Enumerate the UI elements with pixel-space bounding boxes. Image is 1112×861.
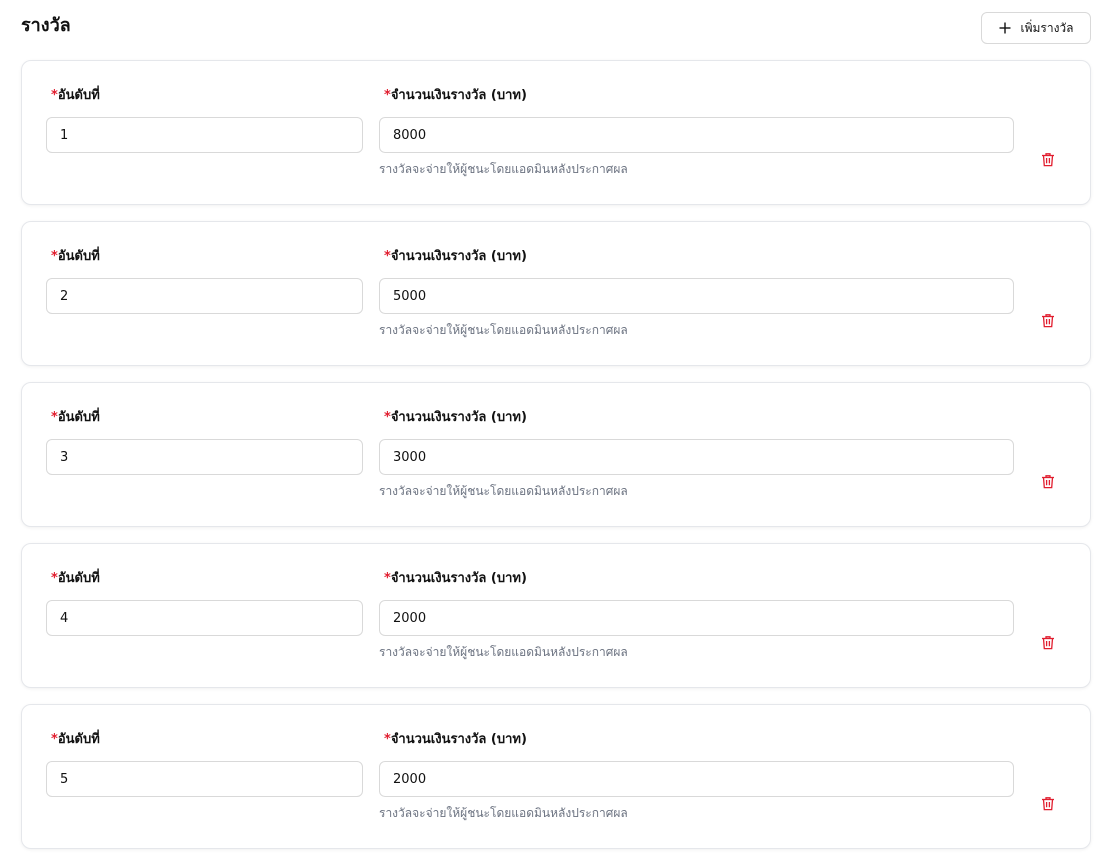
trash-icon <box>1041 796 1055 814</box>
page-title: รางวัล <box>21 15 71 36</box>
amount-label: *จำนวนเงินรางวัล (บาท) <box>384 731 527 749</box>
amount-label-text: จำนวนเงินรางวัล (บาท) <box>390 88 527 103</box>
prize-card: *อันดับที่ *จำนวนเงินรางวัล (บาท) รางวัล… <box>21 704 1091 849</box>
amount-label: *จำนวนเงินรางวัล (บาท) <box>384 409 527 427</box>
amount-helper-text: รางวัลจะจ่ายให้ผู้ชนะโดยแอดมินหลังประกาศ… <box>379 645 628 659</box>
amount-label-text: จำนวนเงินรางวัล (บาท) <box>390 732 527 747</box>
prize-card: *อันดับที่ *จำนวนเงินรางวัล (บาท) รางวัล… <box>21 382 1091 527</box>
required-mark: * <box>384 249 391 264</box>
delete-prize-button[interactable] <box>1037 794 1059 816</box>
amount-helper-text: รางวัลจะจ่ายให้ผู้ชนะโดยแอดมินหลังประกาศ… <box>379 484 628 498</box>
rank-input[interactable] <box>46 761 363 797</box>
rank-label: *อันดับที่ <box>51 731 100 749</box>
trash-icon <box>1041 474 1055 492</box>
amount-input[interactable] <box>379 117 1014 153</box>
amount-input[interactable] <box>379 278 1014 314</box>
required-mark: * <box>51 249 58 264</box>
rank-label-text: อันดับที่ <box>57 410 100 425</box>
rank-label-text: อันดับที่ <box>57 571 100 586</box>
required-mark: * <box>384 410 391 425</box>
required-mark: * <box>384 732 391 747</box>
amount-helper-text: รางวัลจะจ่ายให้ผู้ชนะโดยแอดมินหลังประกาศ… <box>379 323 628 337</box>
rank-label: *อันดับที่ <box>51 87 100 105</box>
rank-label-text: อันดับที่ <box>57 249 100 264</box>
amount-helper-text: รางวัลจะจ่ายให้ผู้ชนะโดยแอดมินหลังประกาศ… <box>379 806 628 820</box>
required-mark: * <box>384 88 391 103</box>
rank-label-text: อันดับที่ <box>57 88 100 103</box>
prize-card: *อันดับที่ *จำนวนเงินรางวัล (บาท) รางวัล… <box>21 543 1091 688</box>
amount-label-text: จำนวนเงินรางวัล (บาท) <box>390 571 527 586</box>
add-prize-button[interactable]: เพิ่มรางวัล <box>981 12 1091 44</box>
prizes-page: รางวัล เพิ่มรางวัล *อันดับที่ *จำนวนเงิน… <box>0 0 1112 861</box>
prize-card: *อันดับที่ *จำนวนเงินรางวัล (บาท) รางวัล… <box>21 60 1091 205</box>
prizes-header: รางวัล เพิ่มรางวัล <box>21 12 1091 44</box>
amount-input[interactable] <box>379 600 1014 636</box>
trash-icon <box>1041 635 1055 653</box>
amount-input[interactable] <box>379 761 1014 797</box>
rank-label: *อันดับที่ <box>51 570 100 588</box>
required-mark: * <box>51 732 58 747</box>
rank-label-text: อันดับที่ <box>57 732 100 747</box>
plus-icon <box>998 21 1012 35</box>
add-prize-label: เพิ่มรางวัล <box>1020 20 1074 35</box>
delete-prize-button[interactable] <box>1037 150 1059 172</box>
required-mark: * <box>384 571 391 586</box>
amount-label-text: จำนวนเงินรางวัล (บาท) <box>390 249 527 264</box>
delete-prize-button[interactable] <box>1037 633 1059 655</box>
rank-input[interactable] <box>46 439 363 475</box>
amount-helper-text: รางวัลจะจ่ายให้ผู้ชนะโดยแอดมินหลังประกาศ… <box>379 162 628 176</box>
rank-input[interactable] <box>46 278 363 314</box>
amount-input[interactable] <box>379 439 1014 475</box>
delete-prize-button[interactable] <box>1037 472 1059 494</box>
rank-label: *อันดับที่ <box>51 409 100 427</box>
rank-label: *อันดับที่ <box>51 248 100 266</box>
rank-input[interactable] <box>46 117 363 153</box>
trash-icon <box>1041 313 1055 331</box>
prize-card: *อันดับที่ *จำนวนเงินรางวัล (บาท) รางวัล… <box>21 221 1091 366</box>
amount-label: *จำนวนเงินรางวัล (บาท) <box>384 248 527 266</box>
amount-label: *จำนวนเงินรางวัล (บาท) <box>384 87 527 105</box>
required-mark: * <box>51 88 58 103</box>
rank-input[interactable] <box>46 600 363 636</box>
delete-prize-button[interactable] <box>1037 311 1059 333</box>
amount-label: *จำนวนเงินรางวัล (บาท) <box>384 570 527 588</box>
required-mark: * <box>51 410 58 425</box>
required-mark: * <box>51 571 58 586</box>
amount-label-text: จำนวนเงินรางวัล (บาท) <box>390 410 527 425</box>
trash-icon <box>1041 152 1055 170</box>
